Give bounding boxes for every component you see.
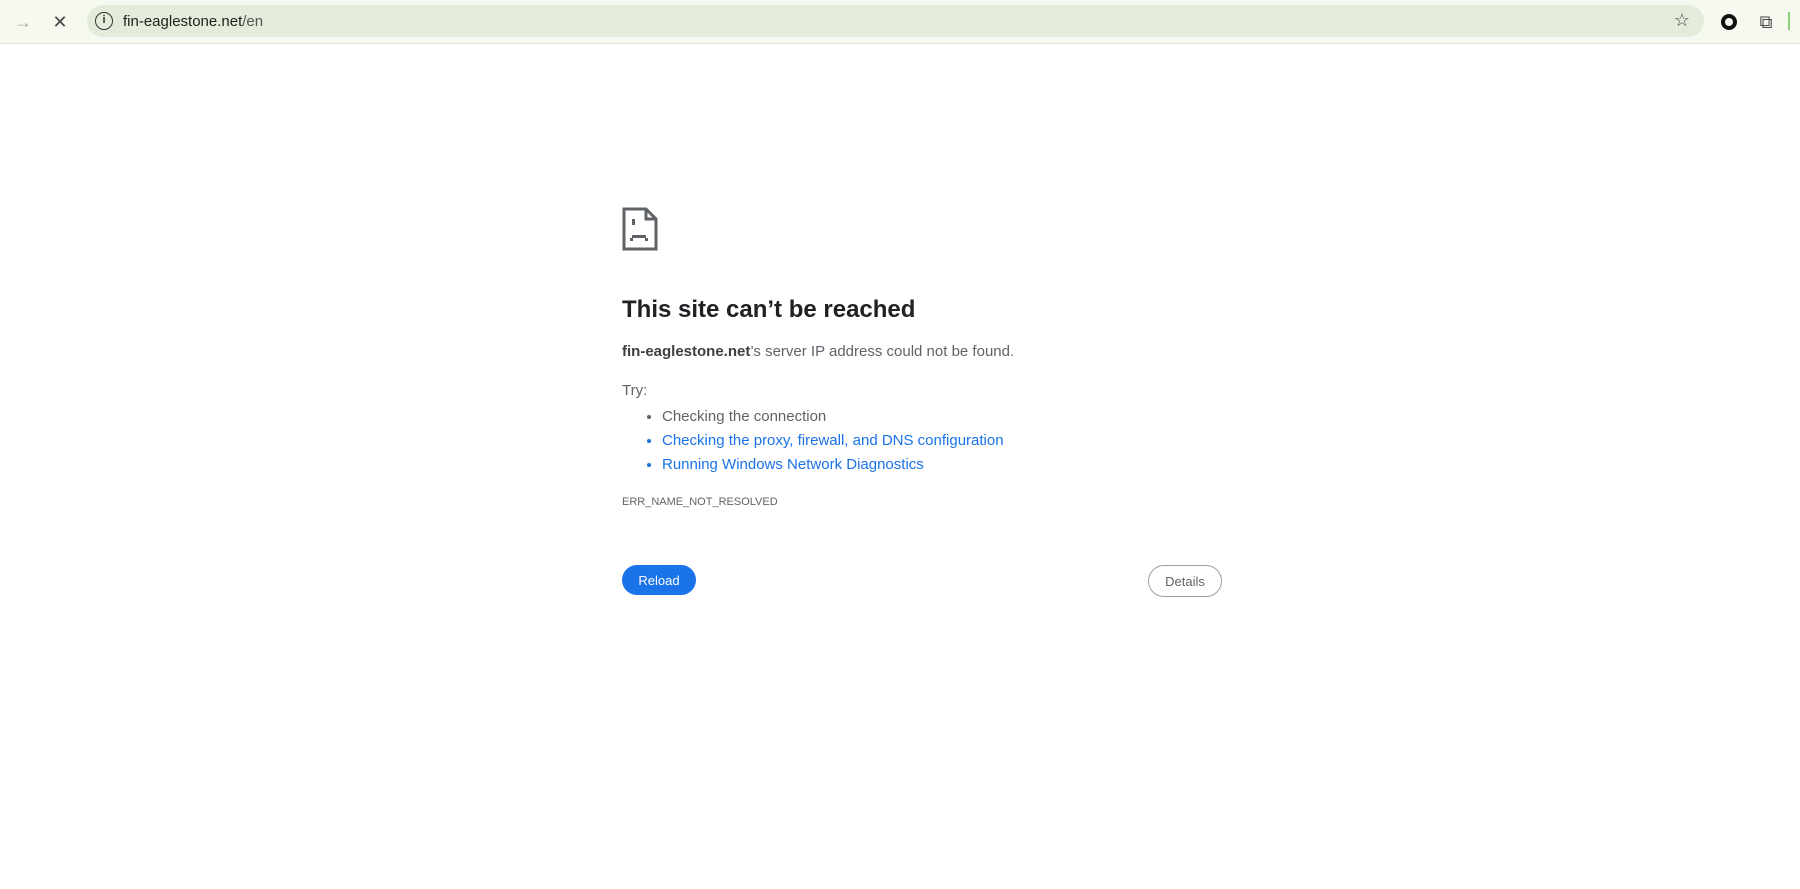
url-path: /en xyxy=(242,13,264,30)
suggestion-link-proxy[interactable]: Checking the proxy, firewall, and DNS co… xyxy=(662,429,1004,453)
error-title: This site can’t be reached xyxy=(622,296,916,323)
error-description-text: ’s server IP address could not be found. xyxy=(750,343,1015,360)
error-code: ERR_NAME_NOT_RESOLVED xyxy=(622,496,778,508)
divider xyxy=(1788,12,1790,30)
error-host: fin-eaglestone.net xyxy=(622,343,751,360)
extensions-icon[interactable]: ⧉ xyxy=(1754,10,1778,34)
address-bar[interactable]: i fin-eaglestone.net/en ☆ xyxy=(87,5,1704,37)
try-label: Try: xyxy=(622,382,648,399)
error-description: fin-eaglestone.net’s server IP address c… xyxy=(622,343,1014,360)
suggestion-link-diagnostics[interactable]: Running Windows Network Diagnostics xyxy=(662,453,1004,477)
browser-toolbar: → ✕ i fin-eaglestone.net/en ☆ ⧉ xyxy=(0,0,1800,44)
site-info-icon[interactable]: i xyxy=(95,12,113,30)
url-text[interactable]: fin-eaglestone.net/en xyxy=(123,13,263,30)
stop-icon[interactable]: ✕ xyxy=(48,10,72,34)
sad-page-icon xyxy=(622,207,658,251)
profile-icon[interactable] xyxy=(1717,10,1741,34)
url-host: fin-eaglestone.net xyxy=(123,13,243,30)
forward-icon[interactable]: → xyxy=(11,10,35,34)
suggestions-list: Checking the connection Checking the pro… xyxy=(662,405,1004,477)
bookmark-star-icon[interactable]: ☆ xyxy=(1674,10,1690,31)
reload-button[interactable]: Reload xyxy=(622,565,696,595)
suggestion-item: Checking the connection xyxy=(662,405,1004,429)
details-button[interactable]: Details xyxy=(1148,565,1222,597)
